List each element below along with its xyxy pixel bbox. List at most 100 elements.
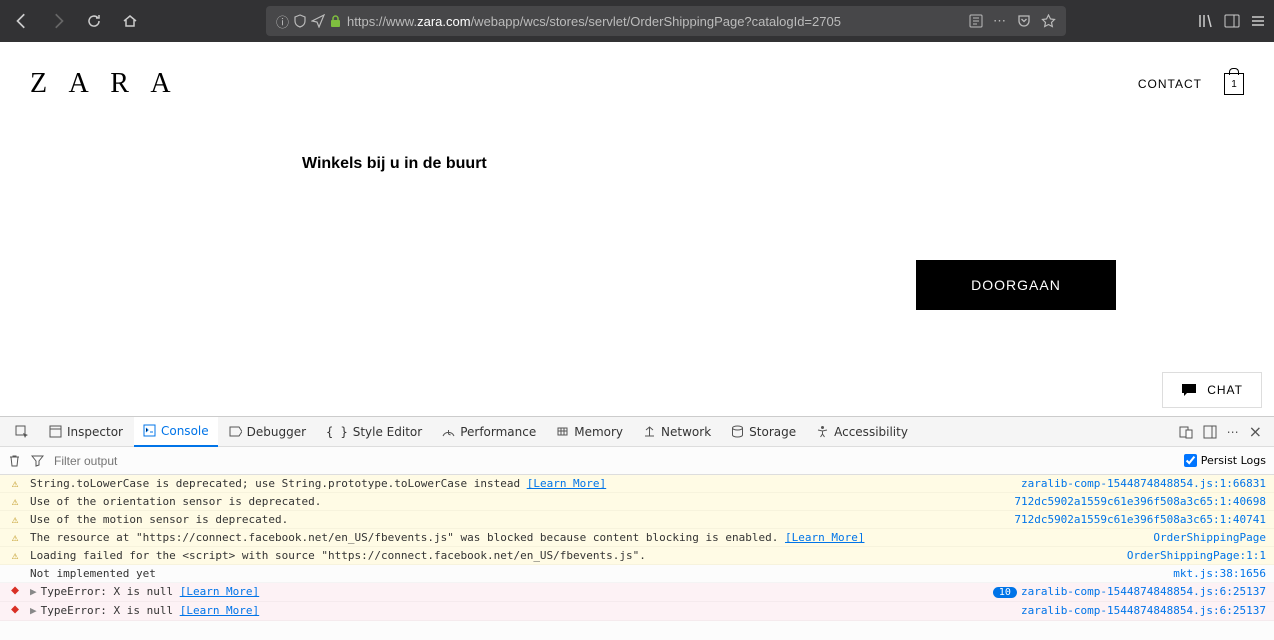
log-source[interactable]: mkt.js:38:1656 <box>1173 567 1266 580</box>
arrow-right-icon <box>49 12 67 30</box>
log-source[interactable]: 712dc5902a1559c61e396f508a3c65:1:40741 <box>1014 513 1266 526</box>
log-message: ▶TypeError: X is null [Learn More] <box>30 604 1013 617</box>
tab-network[interactable]: Network <box>634 417 720 447</box>
zara-logo[interactable]: Z A R A <box>30 68 179 100</box>
warn-icon: ⚠ <box>8 513 22 526</box>
log-message: Loading failed for the <script> with sou… <box>30 549 1119 562</box>
log-source[interactable]: OrderShippingPage <box>1153 531 1266 544</box>
continue-button[interactable]: DOORGAAN <box>916 260 1116 310</box>
tab-console[interactable]: Console <box>134 417 218 447</box>
log-source[interactable]: 10zaralib-comp-1544874848854.js:6:25137 <box>993 585 1266 598</box>
log-row: ⚠ The resource at "https://connect.faceb… <box>0 529 1274 547</box>
chat-widget[interactable]: CHAT <box>1162 372 1262 408</box>
warn-icon: ⚠ <box>8 495 22 508</box>
error-icon: ⯁ <box>8 604 22 618</box>
pick-element-button[interactable] <box>6 417 38 447</box>
expand-caret[interactable]: ▶ <box>30 604 37 617</box>
trash-icon[interactable] <box>8 454 21 467</box>
url-text: https://www.zara.com/webapp/wcs/stores/s… <box>347 14 963 29</box>
menu-icon[interactable] <box>1250 13 1266 29</box>
pocket-icon[interactable] <box>1017 14 1031 28</box>
log-row: ⚠ String.toLowerCase is deprecated; use … <box>0 475 1274 493</box>
shield-icon[interactable] <box>294 14 306 28</box>
url-bar[interactable]: ⓘ https://www.zara.com/webapp/wcs/stores… <box>266 6 1066 36</box>
chat-label: CHAT <box>1207 383 1243 397</box>
warn-icon: ⚠ <box>8 477 22 490</box>
contact-link[interactable]: CONTACT <box>1138 77 1202 91</box>
page-content: Z A R A CONTACT 1 Winkels bij u in de bu… <box>0 42 1274 416</box>
accessibility-icon <box>816 425 829 438</box>
tab-inspector[interactable]: Inspector <box>40 417 132 447</box>
learn-more-link[interactable]: [Learn More] <box>180 604 259 617</box>
chat-icon <box>1181 383 1197 397</box>
log-message: Use of the orientation sensor is depreca… <box>30 495 1006 508</box>
filter-icon[interactable] <box>31 454 44 467</box>
persist-checkbox[interactable] <box>1184 454 1197 467</box>
tab-style-editor[interactable]: { } Style Editor <box>317 417 431 447</box>
info-icon[interactable]: ⓘ <box>276 12 289 31</box>
log-row: ⚠ Loading failed for the <script> with s… <box>0 547 1274 565</box>
console-output: ⚠ String.toLowerCase is deprecated; use … <box>0 475 1274 640</box>
console-toolbar: Persist Logs <box>0 447 1274 475</box>
shopping-bag[interactable]: 1 <box>1224 73 1244 95</box>
tab-memory[interactable]: Memory <box>547 417 632 447</box>
devtools-close-button[interactable]: × <box>1249 422 1262 441</box>
learn-more-link[interactable]: [Learn More] <box>527 477 606 490</box>
log-message: The resource at "https://connect.faceboo… <box>30 531 1145 544</box>
back-button[interactable] <box>8 7 36 35</box>
learn-more-link[interactable]: [Learn More] <box>180 585 259 598</box>
tab-performance[interactable]: Performance <box>433 417 545 447</box>
log-message: Use of the motion sensor is deprecated. <box>30 513 1006 526</box>
devtools-tabs: Inspector Console Debugger { } Style Edi… <box>0 417 1274 447</box>
page-title: Winkels bij u in de buurt <box>302 155 1274 173</box>
log-row: ⚠ Use of the motion sensor is deprecated… <box>0 511 1274 529</box>
home-button[interactable] <box>116 7 144 35</box>
library-icon[interactable] <box>1198 13 1214 29</box>
reader-icon[interactable] <box>969 14 983 28</box>
tab-storage[interactable]: Storage <box>722 417 805 447</box>
tab-debugger[interactable]: Debugger <box>220 417 315 447</box>
warn-icon: ⚠ <box>8 549 22 562</box>
debugger-icon <box>229 425 242 438</box>
expand-caret[interactable]: ▶ <box>30 585 37 598</box>
reload-icon <box>86 13 102 29</box>
dock-icon[interactable] <box>1203 425 1217 439</box>
log-source[interactable]: 712dc5902a1559c61e396f508a3c65:1:40698 <box>1014 495 1266 508</box>
log-source[interactable]: zaralib-comp-1544874848854.js:6:25137 <box>1021 604 1266 617</box>
log-row: ⯁ ▶TypeError: X is null [Learn More] 10z… <box>0 583 1274 602</box>
home-icon <box>122 13 138 29</box>
memory-icon <box>556 425 569 438</box>
tab-accessibility[interactable]: Accessibility <box>807 417 917 447</box>
log-message: ▶TypeError: X is null [Learn More] <box>30 585 985 598</box>
inspector-icon <box>49 425 62 438</box>
log-message: Not implemented yet <box>30 567 1165 580</box>
performance-icon <box>442 425 455 438</box>
filter-input[interactable] <box>54 454 1174 468</box>
bookmark-star-icon[interactable] <box>1041 14 1056 29</box>
repeat-badge: 10 <box>993 587 1017 598</box>
devtools-more-icon[interactable]: ⋯ <box>1227 425 1239 439</box>
learn-more-link[interactable]: [Learn More] <box>785 531 864 544</box>
lock-icon <box>330 15 341 28</box>
log-row: Not implemented yet mkt.js:38:1656 <box>0 565 1274 583</box>
reload-button[interactable] <box>80 7 108 35</box>
persist-logs-toggle[interactable]: Persist Logs <box>1184 454 1266 467</box>
sidebar-icon[interactable] <box>1224 13 1240 29</box>
send-icon[interactable] <box>311 14 325 28</box>
arrow-left-icon <box>13 12 31 30</box>
responsive-icon[interactable] <box>1179 425 1193 439</box>
log-source[interactable]: zaralib-comp-1544874848854.js:1:66831 <box>1021 477 1266 490</box>
storage-icon <box>731 425 744 438</box>
pick-icon <box>15 425 29 439</box>
network-icon <box>643 425 656 438</box>
bag-count: 1 <box>1231 79 1237 90</box>
log-row: ⚠ Use of the orientation sensor is depre… <box>0 493 1274 511</box>
page-actions-icon[interactable]: ⋯ <box>993 13 1007 29</box>
log-message: String.toLowerCase is deprecated; use St… <box>30 477 1013 490</box>
style-icon: { } <box>326 425 348 439</box>
console-icon <box>143 424 156 437</box>
page-header: Z A R A CONTACT 1 <box>0 42 1274 100</box>
error-icon: ⯁ <box>8 585 22 599</box>
devtools-panel: Inspector Console Debugger { } Style Edi… <box>0 416 1274 640</box>
log-source[interactable]: OrderShippingPage:1:1 <box>1127 549 1266 562</box>
